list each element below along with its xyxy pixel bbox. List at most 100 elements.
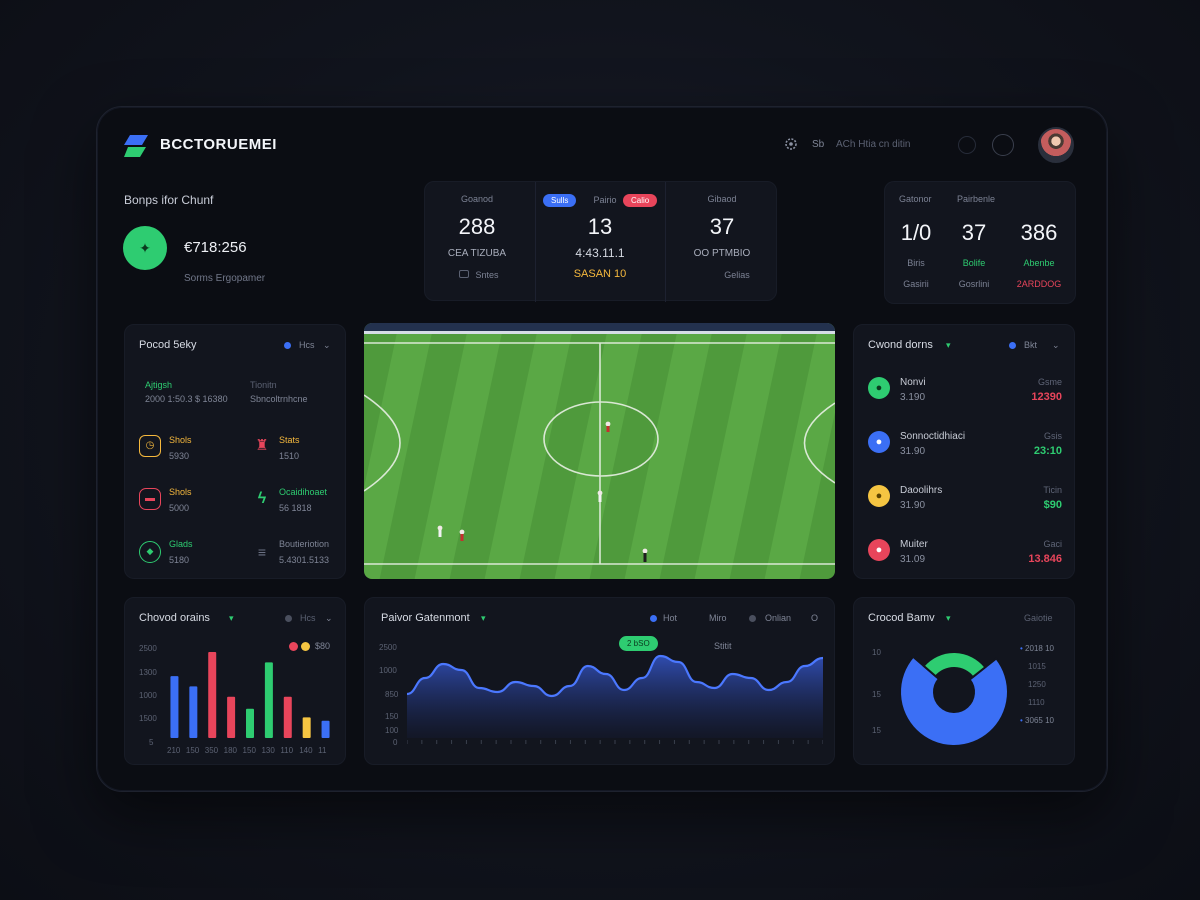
- chevron-down-icon[interactable]: ⌄: [325, 613, 333, 624]
- notification-icon[interactable]: [958, 136, 976, 154]
- chevron-down-icon[interactable]: ⌄: [323, 340, 331, 351]
- match-stats-card: Goanod 288 CEA TIZUBA Sntes Sulls Pairio…: [424, 181, 777, 302]
- caret-down-icon[interactable]: ▾: [946, 340, 951, 351]
- legend-dot: [284, 342, 291, 349]
- bar-chart-card: Chovod orains ▾ Hcs ⌄ $80 2500 1300 1000…: [124, 597, 346, 765]
- card-title: Pocod 5eky: [139, 339, 197, 351]
- bar: [283, 696, 292, 738]
- row-number: 31.90: [900, 500, 926, 511]
- match-video[interactable]: [364, 323, 835, 579]
- stat-item-label: Glads: [169, 539, 193, 549]
- stat-item-label: Ocaidihoaet: [279, 487, 328, 497]
- caret-down-icon[interactable]: ▾: [229, 613, 234, 624]
- stat-sub: OO PTMBIO: [693, 248, 751, 259]
- row-value: 13.846: [1028, 553, 1062, 565]
- row-number: 31.09: [900, 554, 926, 565]
- settings-icon[interactable]: [784, 137, 798, 151]
- x-tick-label: 350: [204, 746, 219, 755]
- y-tick-label: 0: [393, 738, 398, 747]
- search-input[interactable]: ACh Htia cn ditin: [836, 139, 910, 150]
- list-item[interactable]: ● Daoolihrs 31.90 Ticin $90: [854, 485, 1076, 525]
- bar: [264, 662, 273, 738]
- stat-sub: Abenbe: [1023, 258, 1055, 268]
- status-ring-icon[interactable]: [992, 134, 1014, 156]
- legend-label: Onlian: [765, 613, 792, 623]
- area-chart-card: Paivor Gatenmont ▾ Hot Miro Onlian O 2 b…: [364, 597, 835, 765]
- pill-right[interactable]: Calio: [623, 194, 658, 207]
- top-left-value: 2000 1:50.3 $ 16380: [145, 394, 228, 404]
- y-tick-label: 15: [872, 690, 881, 699]
- stat-item-label: Boutieriotion: [279, 539, 330, 549]
- bar: [246, 708, 254, 738]
- bar: [302, 717, 311, 738]
- timer-icon: ◷: [139, 435, 161, 457]
- y-tick-label: 10: [872, 648, 881, 657]
- legend-label: Hot: [663, 613, 678, 623]
- summary-subtitle: Sorms Ergopamer: [184, 273, 266, 284]
- row-name: Nonvi: [900, 377, 926, 388]
- stat-value: 37: [961, 220, 987, 245]
- bar: [208, 652, 217, 738]
- caret-down-icon[interactable]: ▾: [481, 613, 486, 624]
- header-toolbar: Sb ACh Htia cn ditin: [780, 130, 1080, 160]
- pill-left[interactable]: Sulls: [543, 194, 577, 207]
- chevron-down-icon[interactable]: ⌄: [1052, 340, 1060, 351]
- donut-legend-item: 1250: [1028, 680, 1046, 689]
- donut-chart-card: Crocod Bamv ▾ Gaiotie 10 15 15 • 2018 10…: [853, 597, 1075, 765]
- stat-item-value: 56 1818: [279, 503, 312, 513]
- stat-foot: SASAN 10: [573, 268, 627, 280]
- list-item[interactable]: ● Muiter 31.09 Gaci 13.846: [854, 539, 1076, 579]
- stat-foot: Gasirii: [903, 279, 929, 289]
- card-title: Chovod orains: [139, 612, 210, 624]
- card-title: Crocod Bamv: [868, 612, 935, 624]
- row-name: Daoolihrs: [900, 485, 943, 496]
- search-label: Sb: [812, 139, 825, 150]
- list-item[interactable]: ● Nonvi 3.190 Gsme 12390: [854, 377, 1076, 417]
- area-chart: [407, 654, 823, 744]
- y-tick-label: 1000: [379, 666, 397, 675]
- area-fill: [407, 656, 823, 738]
- stat-foot: Gosrlini: [958, 279, 990, 289]
- right-stats-card: Gatonor Pairbenle 1/0 37 386 Biris Bolif…: [884, 181, 1076, 304]
- stat-value: 37: [709, 214, 735, 239]
- row-label: Gsis: [1044, 431, 1062, 441]
- y-tick-label: 850: [385, 690, 399, 699]
- donut-legend-item: • 2018 10: [1020, 644, 1054, 653]
- x-tick-label: 210: [167, 746, 181, 755]
- stat-item-label: Shols: [169, 435, 192, 445]
- row-name: Sonnoctidhiaci: [900, 431, 966, 442]
- stat-item-value: 5180: [169, 555, 190, 565]
- stat-item-value: 5000: [169, 503, 190, 513]
- player-stats-card: Pocod 5eky Hcs ⌄ Ajtigsh 2000 1:50.3 $ 1…: [124, 324, 346, 579]
- card-icon: [459, 270, 469, 278]
- caret-down-icon[interactable]: ▾: [946, 613, 951, 624]
- row-value: 23:10: [1033, 445, 1062, 457]
- shirt-icon: ▬: [139, 488, 161, 510]
- x-tick-label: 150: [242, 746, 256, 755]
- bar: [227, 696, 236, 738]
- stat-item-value: 5930: [169, 451, 190, 461]
- donut-legend: • 2018 10 1015 1250 1110 • 3065 10: [1020, 644, 1074, 725]
- divider: [535, 182, 536, 302]
- stat-value: 1/0: [900, 220, 932, 245]
- legend-label: Hcs: [300, 613, 316, 623]
- y-tick-label: 1500: [139, 714, 157, 723]
- bar: [321, 720, 330, 738]
- y-tick-label: 1300: [139, 668, 157, 677]
- list-icon: ≡: [257, 544, 267, 560]
- legend-label: Bkt: [1024, 340, 1038, 350]
- avatar[interactable]: [1038, 127, 1074, 163]
- legend-dot: [749, 615, 756, 622]
- summary-value: €718:256: [184, 239, 247, 256]
- legend-label: O: [811, 613, 819, 623]
- x-tick-label: 110: [280, 746, 294, 755]
- legend-dot: [1009, 342, 1016, 349]
- row-number: 31.90: [900, 446, 926, 457]
- stat-sub: Biris: [907, 258, 925, 268]
- legend-label: Gaiotie: [1024, 613, 1053, 623]
- x-tick-label: 140: [299, 746, 313, 755]
- shield-icon: ◆: [139, 541, 161, 563]
- row-number: 3.190: [900, 392, 926, 403]
- right-stats-label: Gatonor: [899, 194, 932, 204]
- list-item[interactable]: ● Sonnoctidhiaci 31.90 Gsis 23:10: [854, 431, 1076, 471]
